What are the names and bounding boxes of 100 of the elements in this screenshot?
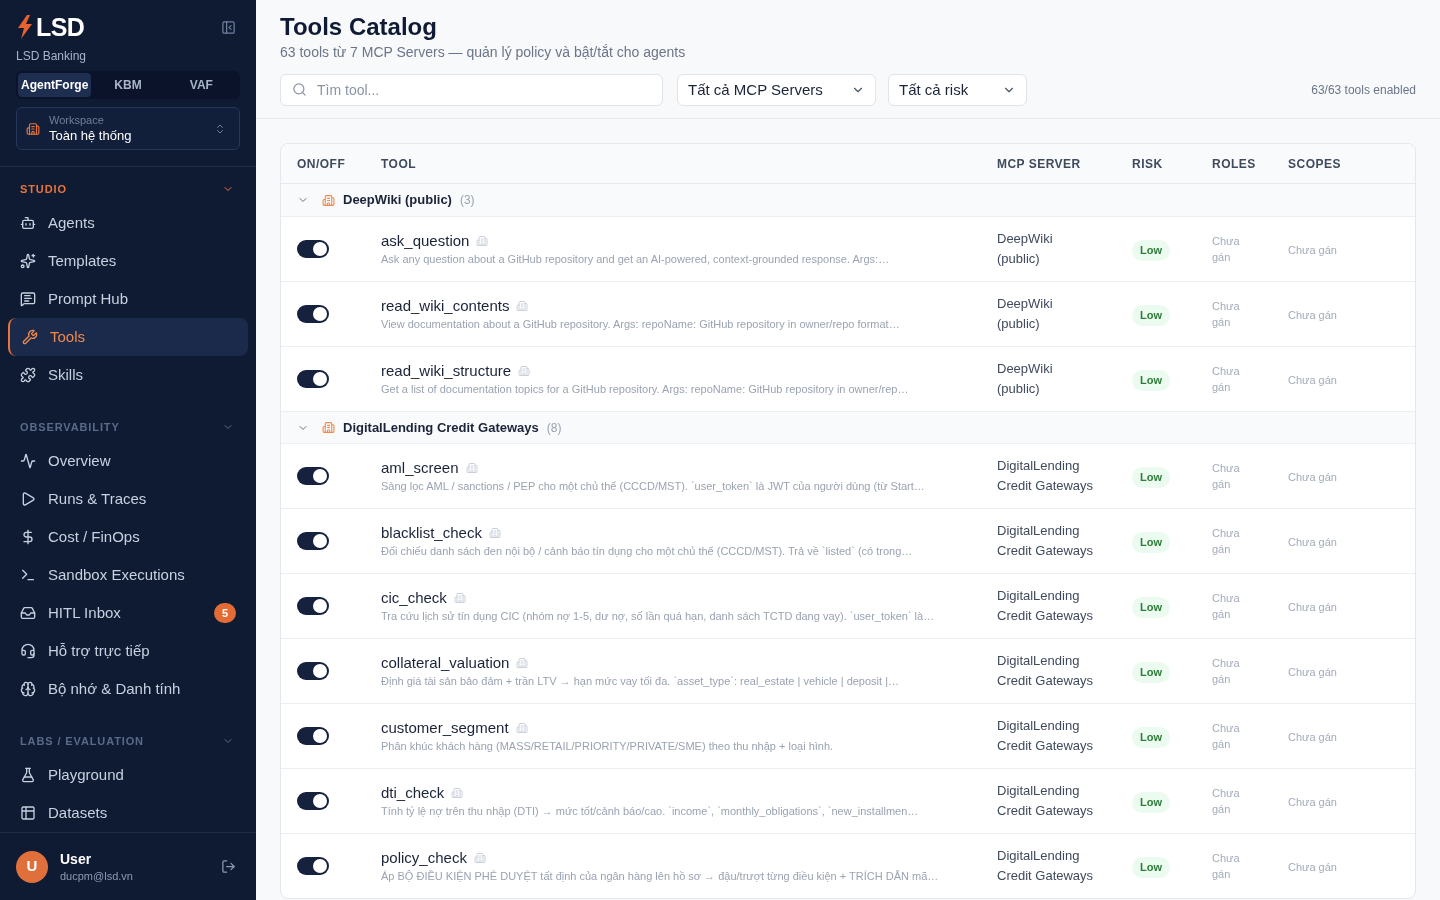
toggle-switch[interactable] — [297, 727, 329, 745]
sparkles-icon — [20, 253, 36, 269]
filter-dropdown[interactable]: Tất cả risk — [888, 74, 1027, 106]
tool-description: Ask any question about a GitHub repository and get an AI-powered, context-grounded response. Args:… — [381, 252, 891, 267]
tool-name[interactable]: cic_check — [381, 586, 447, 610]
group-row[interactable]: DigitalLending Credit Gateways (8) — [281, 411, 1415, 443]
sidebar-item[interactable]: Bộ nhớ & Danh tính — [8, 670, 248, 708]
scopes-text: Chưa gán — [1288, 471, 1337, 483]
sidebar-item[interactable]: Cost / FinOps — [8, 518, 248, 556]
workspace-selector[interactable]: Workspace Toàn hệ thống — [16, 107, 240, 150]
risk-badge: Low — [1132, 370, 1170, 391]
tool-description: Tính tỷ lệ nợ trên thu nhập (DTI) → mức tốt/cảnh báo/cao. `income`, `monthly_obligations`, `new_installmen… — [381, 804, 920, 819]
scopes-text: Chưa gán — [1288, 731, 1337, 743]
section-header[interactable]: STUDIO — [0, 178, 256, 200]
tool-name[interactable]: customer_segment — [381, 716, 509, 740]
tool-name[interactable]: read_wiki_structure — [381, 359, 512, 383]
server-name: DigitalLending Credit Gateways — [997, 587, 1095, 625]
tool-description: Định giá tài sản bảo đảm + trần LTV → hạn mức vay tối đa. `asset_type`: real_estate | vehicle | deposit |… — [381, 674, 901, 689]
group-row[interactable]: DeepWiki (public) (3) — [281, 184, 1415, 216]
server-name: DigitalLending Credit Gateways — [997, 782, 1095, 820]
scopes-text: Chưa gán — [1288, 309, 1337, 321]
play-icon — [20, 491, 36, 507]
risk-badge: Low — [1132, 305, 1170, 326]
building-icon — [516, 657, 529, 669]
toggle-switch[interactable] — [297, 467, 329, 485]
toggle-switch[interactable] — [297, 662, 329, 680]
column-header: TOOL — [380, 155, 418, 173]
scopes-text: Chưa gán — [1288, 536, 1337, 548]
tool-name[interactable]: ask_question — [381, 229, 470, 253]
building-icon — [476, 235, 489, 247]
toggle-switch[interactable] — [297, 857, 329, 875]
tool-name[interactable]: read_wiki_contents — [381, 294, 510, 318]
filter-dropdown[interactable]: Tất cả MCP Servers — [677, 74, 876, 106]
flask-icon — [20, 767, 36, 783]
server-name: DigitalLending Credit Gateways — [997, 457, 1095, 495]
brain-icon — [20, 681, 36, 697]
tool-name[interactable]: policy_check — [381, 846, 467, 870]
building-icon — [322, 421, 335, 434]
toggle-switch[interactable] — [297, 792, 329, 810]
sidebar-item[interactable]: Templates — [8, 242, 248, 280]
puzzle-icon — [20, 367, 36, 383]
roles-text: Chưa gán — [1212, 299, 1241, 330]
inbox-icon — [20, 605, 36, 621]
tool-name[interactable]: collateral_valuation — [381, 651, 510, 675]
search-icon — [292, 82, 307, 97]
risk-badge: Low — [1132, 597, 1170, 618]
tool-description: Đối chiếu danh sách đen nội bộ / cảnh báo tín dụng cho một chủ thể (CCCD/MST). Trả về `listed` (có trong… — [381, 544, 914, 559]
sidebar-item[interactable]: Tools — [8, 318, 248, 356]
tool-name[interactable]: blacklist_check — [381, 521, 482, 545]
toggle-switch[interactable] — [297, 305, 329, 323]
app-tab[interactable]: AgentForge — [18, 73, 92, 97]
workspace-value: Toàn hệ thống — [49, 127, 132, 144]
logout-icon[interactable] — [221, 859, 236, 874]
server-name: DeepWiki (public) — [997, 360, 1054, 398]
group-name: DeepWiki (public) — [343, 191, 452, 210]
tool-description: Get a list of documentation topics for a GitHub repository. Args: repoName: GitHub repository in owner/rep… — [381, 382, 910, 397]
building-icon — [516, 300, 529, 312]
sidebar-item[interactable]: Skills — [8, 356, 248, 394]
toggle-switch[interactable] — [297, 370, 329, 388]
risk-badge: Low — [1132, 792, 1170, 813]
sidebar-item[interactable]: Datasets — [8, 794, 248, 832]
app-tab[interactable]: VAF — [164, 73, 238, 97]
roles-text: Chưa gán — [1212, 786, 1241, 817]
sidebar-item[interactable]: Overview — [8, 442, 248, 480]
page-title: Tools Catalog — [280, 12, 438, 42]
tool-name[interactable]: dti_check — [381, 781, 445, 805]
roles-text: Chưa gán — [1212, 526, 1241, 557]
search-field[interactable]: Tìm tool... — [280, 74, 663, 106]
user-avatar: U — [16, 850, 48, 883]
tool-description: Phân khúc khách hàng (MASS/RETAIL/PRIORITY/PRIVATE/SME) theo thu nhập + loại hình. — [381, 739, 835, 754]
sidebar-item[interactable]: Sandbox Executions — [8, 556, 248, 594]
collapse-sidebar-icon[interactable] — [221, 19, 236, 35]
column-header: SCOPES — [1287, 155, 1342, 173]
tool-description: Áp BỘ ĐIỀU KIỆN PHÊ DUYỆT tất định của ngân hàng lên hồ sơ → đậu/trượt từng điều kiện + TRÍCH DẪN mã… — [381, 869, 940, 884]
column-header: ON/OFF — [296, 155, 347, 173]
toggle-switch[interactable] — [297, 597, 329, 615]
sidebar-item[interactable]: Prompt Hub — [8, 280, 248, 318]
table-icon — [20, 805, 36, 821]
group-count: (8) — [546, 419, 562, 437]
tool-name[interactable]: aml_screen — [381, 456, 459, 480]
column-header: RISK — [1131, 155, 1164, 173]
org-name: LSD Banking — [16, 48, 88, 64]
group-count: (3) — [459, 192, 475, 209]
sidebar-item[interactable]: Playground — [8, 756, 248, 794]
toggle-switch[interactable] — [297, 532, 329, 550]
headset-icon — [20, 643, 36, 659]
risk-badge: Low — [1132, 727, 1170, 748]
roles-text: Chưa gán — [1212, 234, 1241, 265]
tool-description: View documentation about a GitHub repository. Args: repoName: GitHub repository in owner/repo format… — [381, 317, 901, 332]
building-icon — [453, 592, 466, 604]
lightning-logo-icon — [16, 15, 34, 39]
building-icon — [488, 527, 501, 539]
sidebar-item[interactable]: HITL Inbox 5 — [8, 594, 248, 632]
sidebar-item[interactable]: Agents — [8, 204, 248, 242]
toggle-switch[interactable] — [297, 240, 329, 258]
roles-text: Chưa gán — [1212, 656, 1241, 687]
app-tab[interactable]: KBM — [91, 73, 165, 97]
sidebar-item[interactable]: Runs & Traces — [8, 480, 248, 518]
sidebar-item[interactable]: Hỗ trợ trực tiếp — [8, 632, 248, 670]
message-icon — [20, 291, 36, 307]
